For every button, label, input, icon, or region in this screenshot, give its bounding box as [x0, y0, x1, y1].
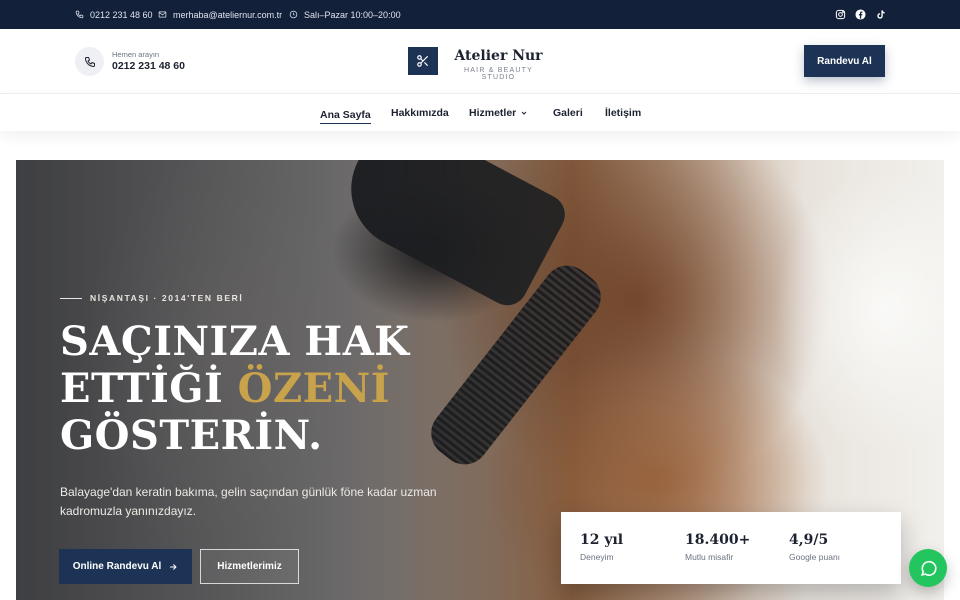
whatsapp-icon: [920, 560, 937, 576]
nav-label: Galeri: [553, 107, 583, 119]
eyebrow-divider: [60, 297, 82, 299]
hero-title-line3: GÖSTERİN.: [60, 412, 323, 459]
nav-item-contact[interactable]: İletişim: [605, 106, 641, 120]
nav-item-about[interactable]: Hakkımızda: [391, 106, 449, 120]
stat-label: Mutlu misafir: [685, 552, 734, 562]
scissors-icon: [417, 55, 429, 67]
nav-label: İletişim: [605, 107, 642, 119]
tiktok-icon[interactable]: [875, 9, 886, 20]
stats-card: 12 yıl Deneyim 18.400+ Mutlu misafir 4,9…: [561, 512, 901, 584]
mail-icon: [158, 11, 167, 18]
online-appointment-label: Online Randevu Al: [72, 561, 162, 572]
chevron-down-icon: [521, 111, 527, 115]
top-bar: 0212 231 48 60 merhaba@ateliernur.com.tr…: [0, 0, 960, 29]
topbar-email[interactable]: merhaba@ateliernur.com.tr: [158, 0, 282, 29]
call-label: Hemen arayın: [112, 50, 160, 59]
brand-tagline: HAIR & BEAUTY STUDIO: [464, 67, 533, 81]
nav-item-home[interactable]: Ana Sayfa: [320, 106, 371, 124]
hero-title-line2: ETTİĞİ: [60, 365, 238, 412]
site-header: Hemen arayın 0212 231 48 60 Atelier Nur …: [0, 29, 960, 93]
stat-value: 18.400+: [685, 532, 751, 548]
hero-title: SAÇINIZA HAK ETTİĞİ ÖZENİ GÖSTERİN.: [60, 318, 480, 459]
online-appointment-button[interactable]: Online Randevu Al: [59, 549, 192, 584]
hero-lead: Balayage'dan keratin bakıma, gelin saçın…: [60, 485, 437, 518]
call-button[interactable]: [75, 47, 104, 76]
topbar-email-text: merhaba@ateliernur.com.tr: [173, 9, 283, 20]
stat-label: Deneyim: [580, 552, 614, 562]
nav-item-gallery[interactable]: Galeri: [553, 106, 583, 120]
nav-label: Hakkımızda: [391, 107, 449, 119]
clock-icon: [289, 10, 298, 19]
stat-experience: 12 yıl Deneyim: [580, 532, 623, 562]
logo[interactable]: [408, 47, 438, 75]
stat-guests: 18.400+ Mutlu misafir: [685, 532, 750, 562]
brand-name: Atelier Nur: [454, 48, 543, 64]
nav-label: Hizmetler: [469, 107, 517, 119]
main-nav: Ana Sayfa Hakkımızda Hizmetler Galeri İl…: [0, 93, 960, 131]
topbar-phone-text: 0212 231 48 60: [90, 9, 153, 20]
hero-section: NİŞANTAŞI · 2014'TEN BERİ SAÇINIZA HAK E…: [16, 160, 944, 600]
arrow-right-icon: [170, 563, 177, 570]
phone-icon: [75, 10, 84, 19]
topbar-phone[interactable]: 0212 231 48 60: [75, 0, 153, 29]
topbar-hours: Salı–Pazar 10:00–20:00: [289, 0, 401, 29]
call-number[interactable]: 0212 231 48 60: [112, 60, 185, 72]
hero-title-line1: SAÇINIZA HAK: [60, 318, 410, 365]
facebook-icon[interactable]: [855, 9, 866, 20]
hero-eyebrow: NİŞANTAŞI · 2014'TEN BERİ: [60, 293, 243, 303]
stat-label: Google puanı: [789, 552, 841, 562]
whatsapp-button[interactable]: [909, 549, 947, 587]
stat-value: 12 yıl: [580, 532, 624, 548]
hero-title-highlight: ÖZENİ: [237, 365, 390, 412]
stat-value: 4,9/5: [789, 532, 829, 548]
instagram-icon[interactable]: [835, 9, 846, 20]
topbar-hours-text: Salı–Pazar 10:00–20:00: [304, 9, 401, 20]
stat-rating: 4,9/5 Google puanı: [789, 532, 840, 562]
services-button[interactable]: Hizmetlerimiz: [200, 549, 299, 584]
nav-item-services[interactable]: Hizmetler: [469, 106, 528, 120]
phone-icon: [84, 56, 95, 67]
eyebrow-text: NİŞANTAŞI · 2014'TEN BERİ: [90, 293, 244, 303]
appointment-button[interactable]: Randevu Al: [804, 45, 885, 77]
nav-label: Ana Sayfa: [320, 108, 371, 121]
